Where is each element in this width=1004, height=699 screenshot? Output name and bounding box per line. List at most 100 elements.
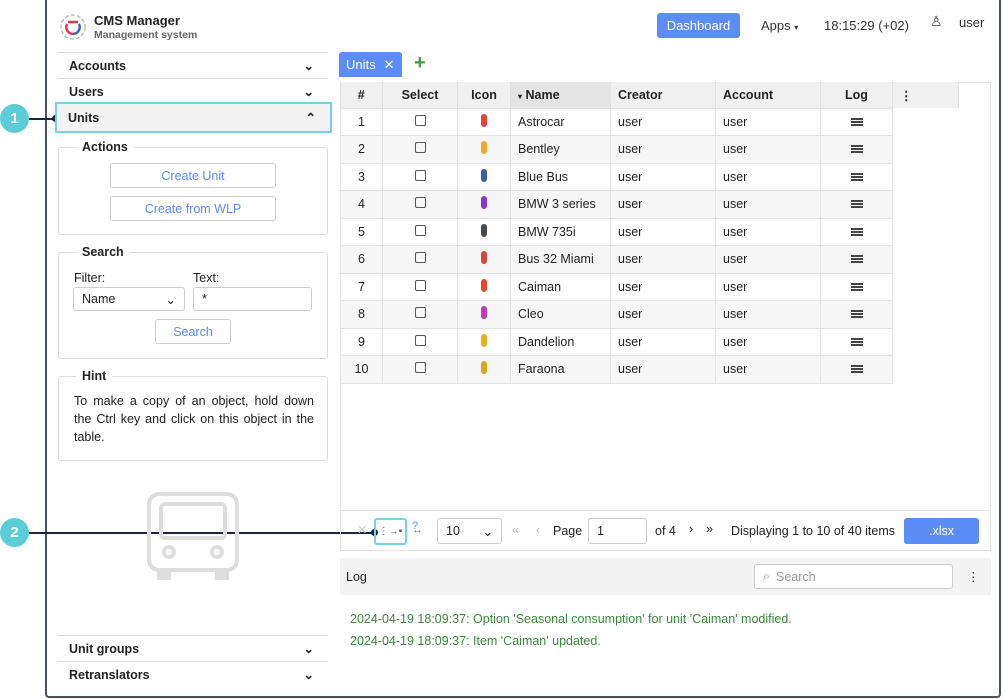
select-checkbox[interactable] [414, 169, 426, 181]
log-menu-icon[interactable]: ⋮ [967, 569, 980, 584]
label: Users [69, 84, 104, 99]
clock: 18:15:29 (+02) [824, 18, 909, 33]
log-cell [820, 355, 893, 384]
unit-name[interactable]: Dandelion [510, 327, 611, 356]
table-row[interactable]: 8 Cleo user user [340, 300, 959, 329]
sidebar-item-users[interactable]: Users ⌄ [58, 78, 328, 104]
log-list-icon[interactable] [850, 365, 863, 374]
log-list-icon[interactable] [850, 117, 863, 126]
add-tab-icon[interactable]: + [414, 52, 426, 75]
col-number[interactable]: # [340, 82, 383, 108]
log-cell [820, 327, 893, 356]
label: Accounts [69, 58, 126, 73]
col-log[interactable]: Log [820, 82, 893, 108]
sidebar-item-units[interactable]: Units ⌃ [55, 102, 332, 133]
last-page-icon[interactable]: » [706, 522, 713, 536]
label: Unit groups [69, 641, 140, 656]
collapse-icon[interactable]: ✕ [357, 522, 367, 537]
user-icon[interactable]: ♙ [930, 13, 943, 30]
col-icon[interactable]: Icon [457, 82, 511, 108]
filter-select[interactable]: Name ⌄ [73, 287, 185, 311]
log-list-icon[interactable] [850, 227, 863, 236]
unit-name[interactable]: Faraona [510, 355, 611, 384]
unit-icon [481, 306, 487, 320]
unit-icon [481, 223, 487, 237]
unit-name[interactable]: Astrocar [510, 107, 611, 136]
table-row[interactable]: 3 Blue Bus user user [340, 162, 959, 191]
row-number: 5 [340, 217, 383, 246]
create-from-wlp-button[interactable]: Create from WLP [110, 196, 276, 221]
help-width-icon[interactable]: ? ↔ [412, 520, 423, 544]
select-cell [382, 327, 458, 356]
sidebar-item-accounts[interactable]: Accounts ⌄ [58, 52, 328, 78]
select-checkbox[interactable] [414, 362, 426, 374]
chevron-up-icon: ⌃ [305, 111, 316, 125]
export-xlsx-button[interactable]: .xlsx [904, 518, 979, 544]
unit-name[interactable]: BMW 735i [510, 217, 611, 246]
log-list-icon[interactable] [850, 282, 863, 291]
icon-cell [457, 272, 511, 301]
user-name[interactable]: user [959, 15, 984, 30]
select-checkbox[interactable] [414, 334, 426, 346]
tab-units[interactable]: Units ✕ [339, 52, 402, 77]
select-checkbox[interactable] [414, 197, 426, 209]
next-page-icon[interactable]: › [689, 522, 693, 536]
apps-label: Apps [761, 18, 791, 33]
unit-name[interactable]: Caiman [510, 272, 611, 301]
unit-name[interactable]: BMW 3 series [510, 190, 611, 219]
log-search-input[interactable]: ⌕ Search [754, 564, 953, 589]
table-row[interactable]: 7 Caiman user user [340, 272, 959, 301]
table-row[interactable]: 9 Dandelion user user [340, 327, 959, 356]
col-creator[interactable]: Creator [610, 82, 716, 108]
dashboard-button[interactable]: Dashboard [657, 13, 740, 38]
apps-menu[interactable]: Apps ▾ [761, 18, 798, 33]
page-label: Page [553, 524, 583, 538]
log-list-icon[interactable] [850, 200, 863, 209]
log-list-icon[interactable] [850, 255, 863, 264]
prev-page-icon[interactable]: ‹ [536, 523, 540, 537]
text-input[interactable]: * [193, 287, 312, 311]
table-row[interactable]: 1 Astrocar user user [340, 107, 959, 136]
filter-label: Filter: [74, 271, 106, 285]
sidebar-item-retranslators[interactable]: Retranslators ⌄ [58, 661, 328, 687]
select-checkbox[interactable] [414, 114, 426, 126]
column-menu-icon[interactable]: ⋮ [892, 82, 959, 108]
unit-name[interactable]: Blue Bus [510, 162, 611, 191]
table-row[interactable]: 2 Bentley user user [340, 135, 959, 164]
table-row[interactable]: 4 BMW 3 series user user [340, 190, 959, 219]
chevron-down-icon: ⌄ [303, 85, 314, 99]
table-row[interactable]: 10 Faraona user user [340, 355, 959, 384]
log-list-icon[interactable] [850, 337, 863, 346]
unit-creator: user [610, 327, 716, 356]
log-list-icon[interactable] [850, 172, 863, 181]
log-list-icon[interactable] [850, 310, 863, 319]
unit-icon [481, 278, 487, 292]
row-number: 2 [340, 135, 383, 164]
page-input[interactable]: 1 [588, 518, 647, 544]
close-icon[interactable]: ✕ [384, 57, 395, 73]
col-account[interactable]: Account [715, 82, 821, 108]
select-checkbox[interactable] [414, 252, 426, 264]
select-checkbox[interactable] [414, 224, 426, 236]
table-row[interactable]: 6 Bus 32 Miami user user [340, 245, 959, 274]
select-cell [382, 217, 458, 246]
unit-name[interactable]: Cleo [510, 300, 611, 329]
select-checkbox[interactable] [414, 307, 426, 319]
search-button[interactable]: Search [155, 319, 231, 344]
columns-config-icon[interactable]: ⋮→▪ [374, 518, 407, 545]
unit-creator: user [610, 135, 716, 164]
col-name[interactable]: ▾ Name [510, 82, 611, 108]
select-checkbox[interactable] [414, 279, 426, 291]
select-cell [382, 190, 458, 219]
log-list-icon[interactable] [850, 145, 863, 154]
unit-name[interactable]: Bentley [510, 135, 611, 164]
first-page-icon[interactable]: « [512, 523, 519, 537]
unit-name[interactable]: Bus 32 Miami [510, 245, 611, 274]
per-page-select[interactable]: 10 ⌄ [437, 518, 502, 544]
icon-cell [457, 135, 511, 164]
table-row[interactable]: 5 BMW 735i user user [340, 217, 959, 246]
select-checkbox[interactable] [414, 142, 426, 154]
create-unit-button[interactable]: Create Unit [110, 163, 276, 188]
col-select[interactable]: Select [382, 82, 458, 108]
sidebar-item-unit-groups[interactable]: Unit groups ⌄ [58, 635, 328, 661]
